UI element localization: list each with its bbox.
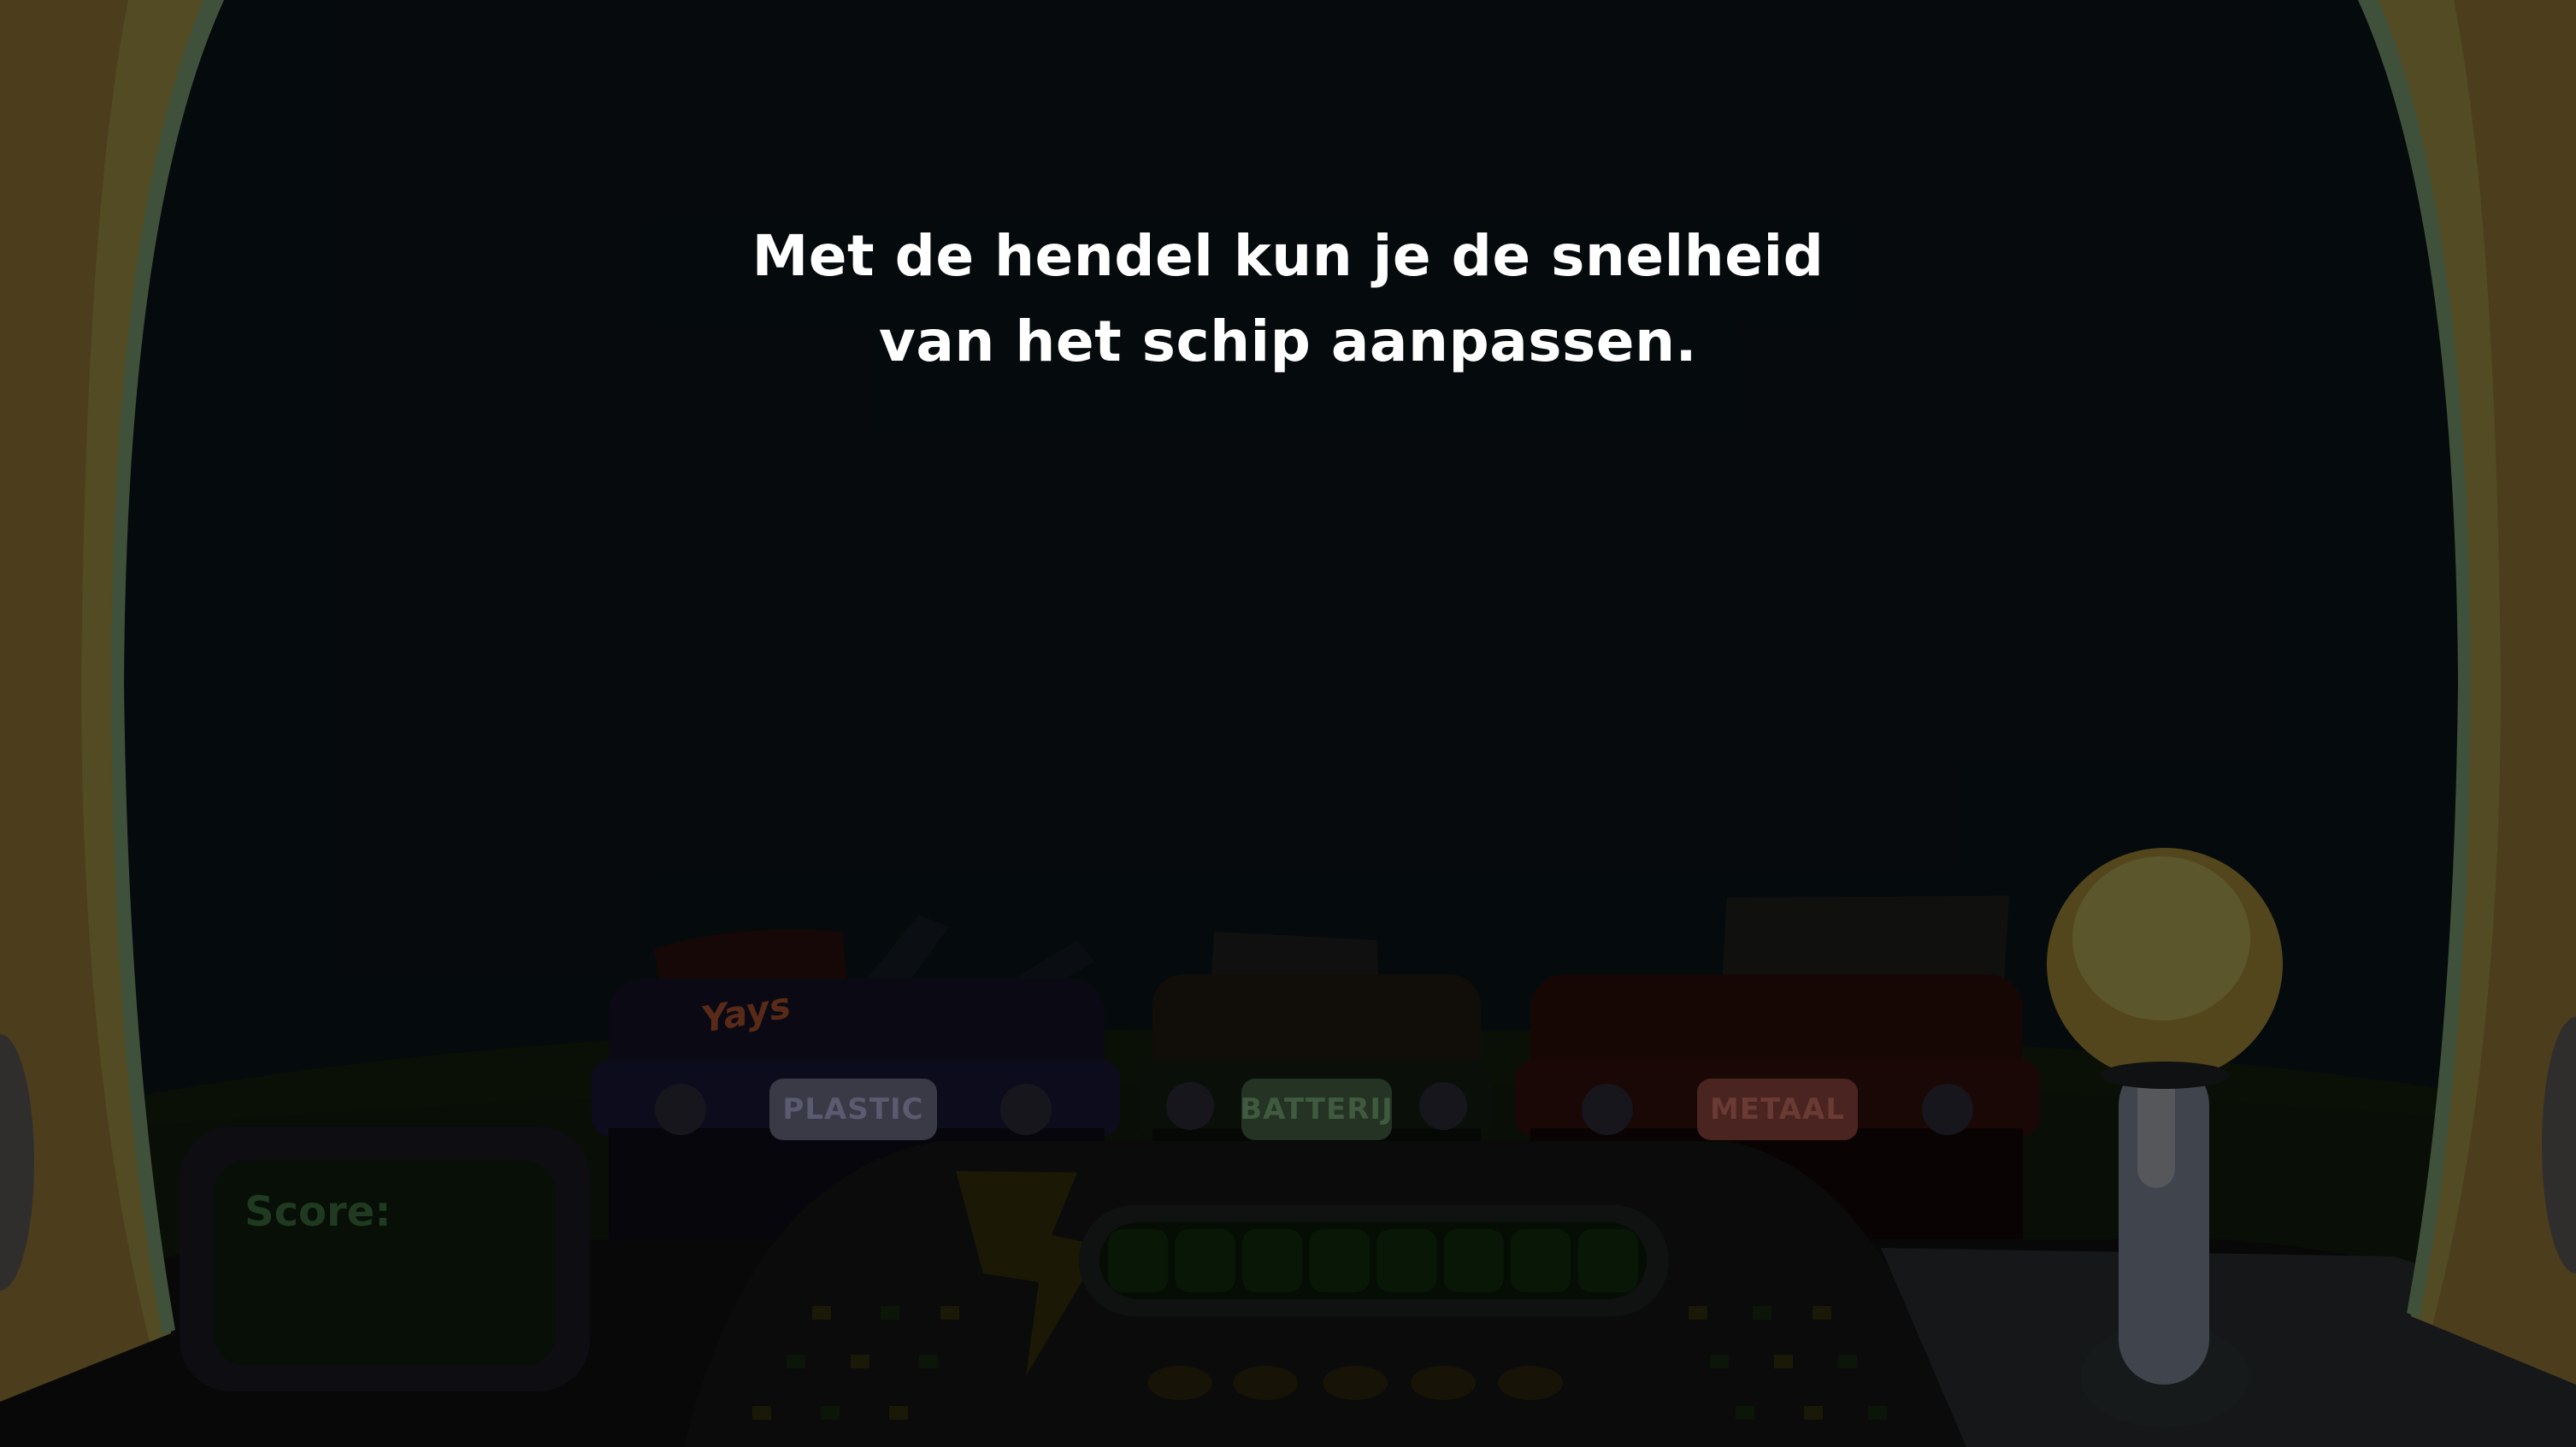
bin-label-batterij: BATTERIJ (1240, 1079, 1393, 1140)
tutorial-line-2: van het schip aanpassen. (878, 309, 1698, 374)
tutorial-message: Met de hendel kun je de snelheid van het… (0, 214, 2576, 385)
game-stage: PLASTIC BATTERIJ METAAL Score: Yays Met … (0, 0, 2576, 1447)
tutorial-line-1: Met de hendel kun je de snelheid (752, 223, 1824, 289)
score-label: Score: (245, 1188, 392, 1236)
bin-label-metaal: METAAL (1697, 1079, 1858, 1140)
bin-label-plastic: PLASTIC (769, 1079, 937, 1140)
speed-lever-handle[interactable] (2043, 848, 2281, 1378)
